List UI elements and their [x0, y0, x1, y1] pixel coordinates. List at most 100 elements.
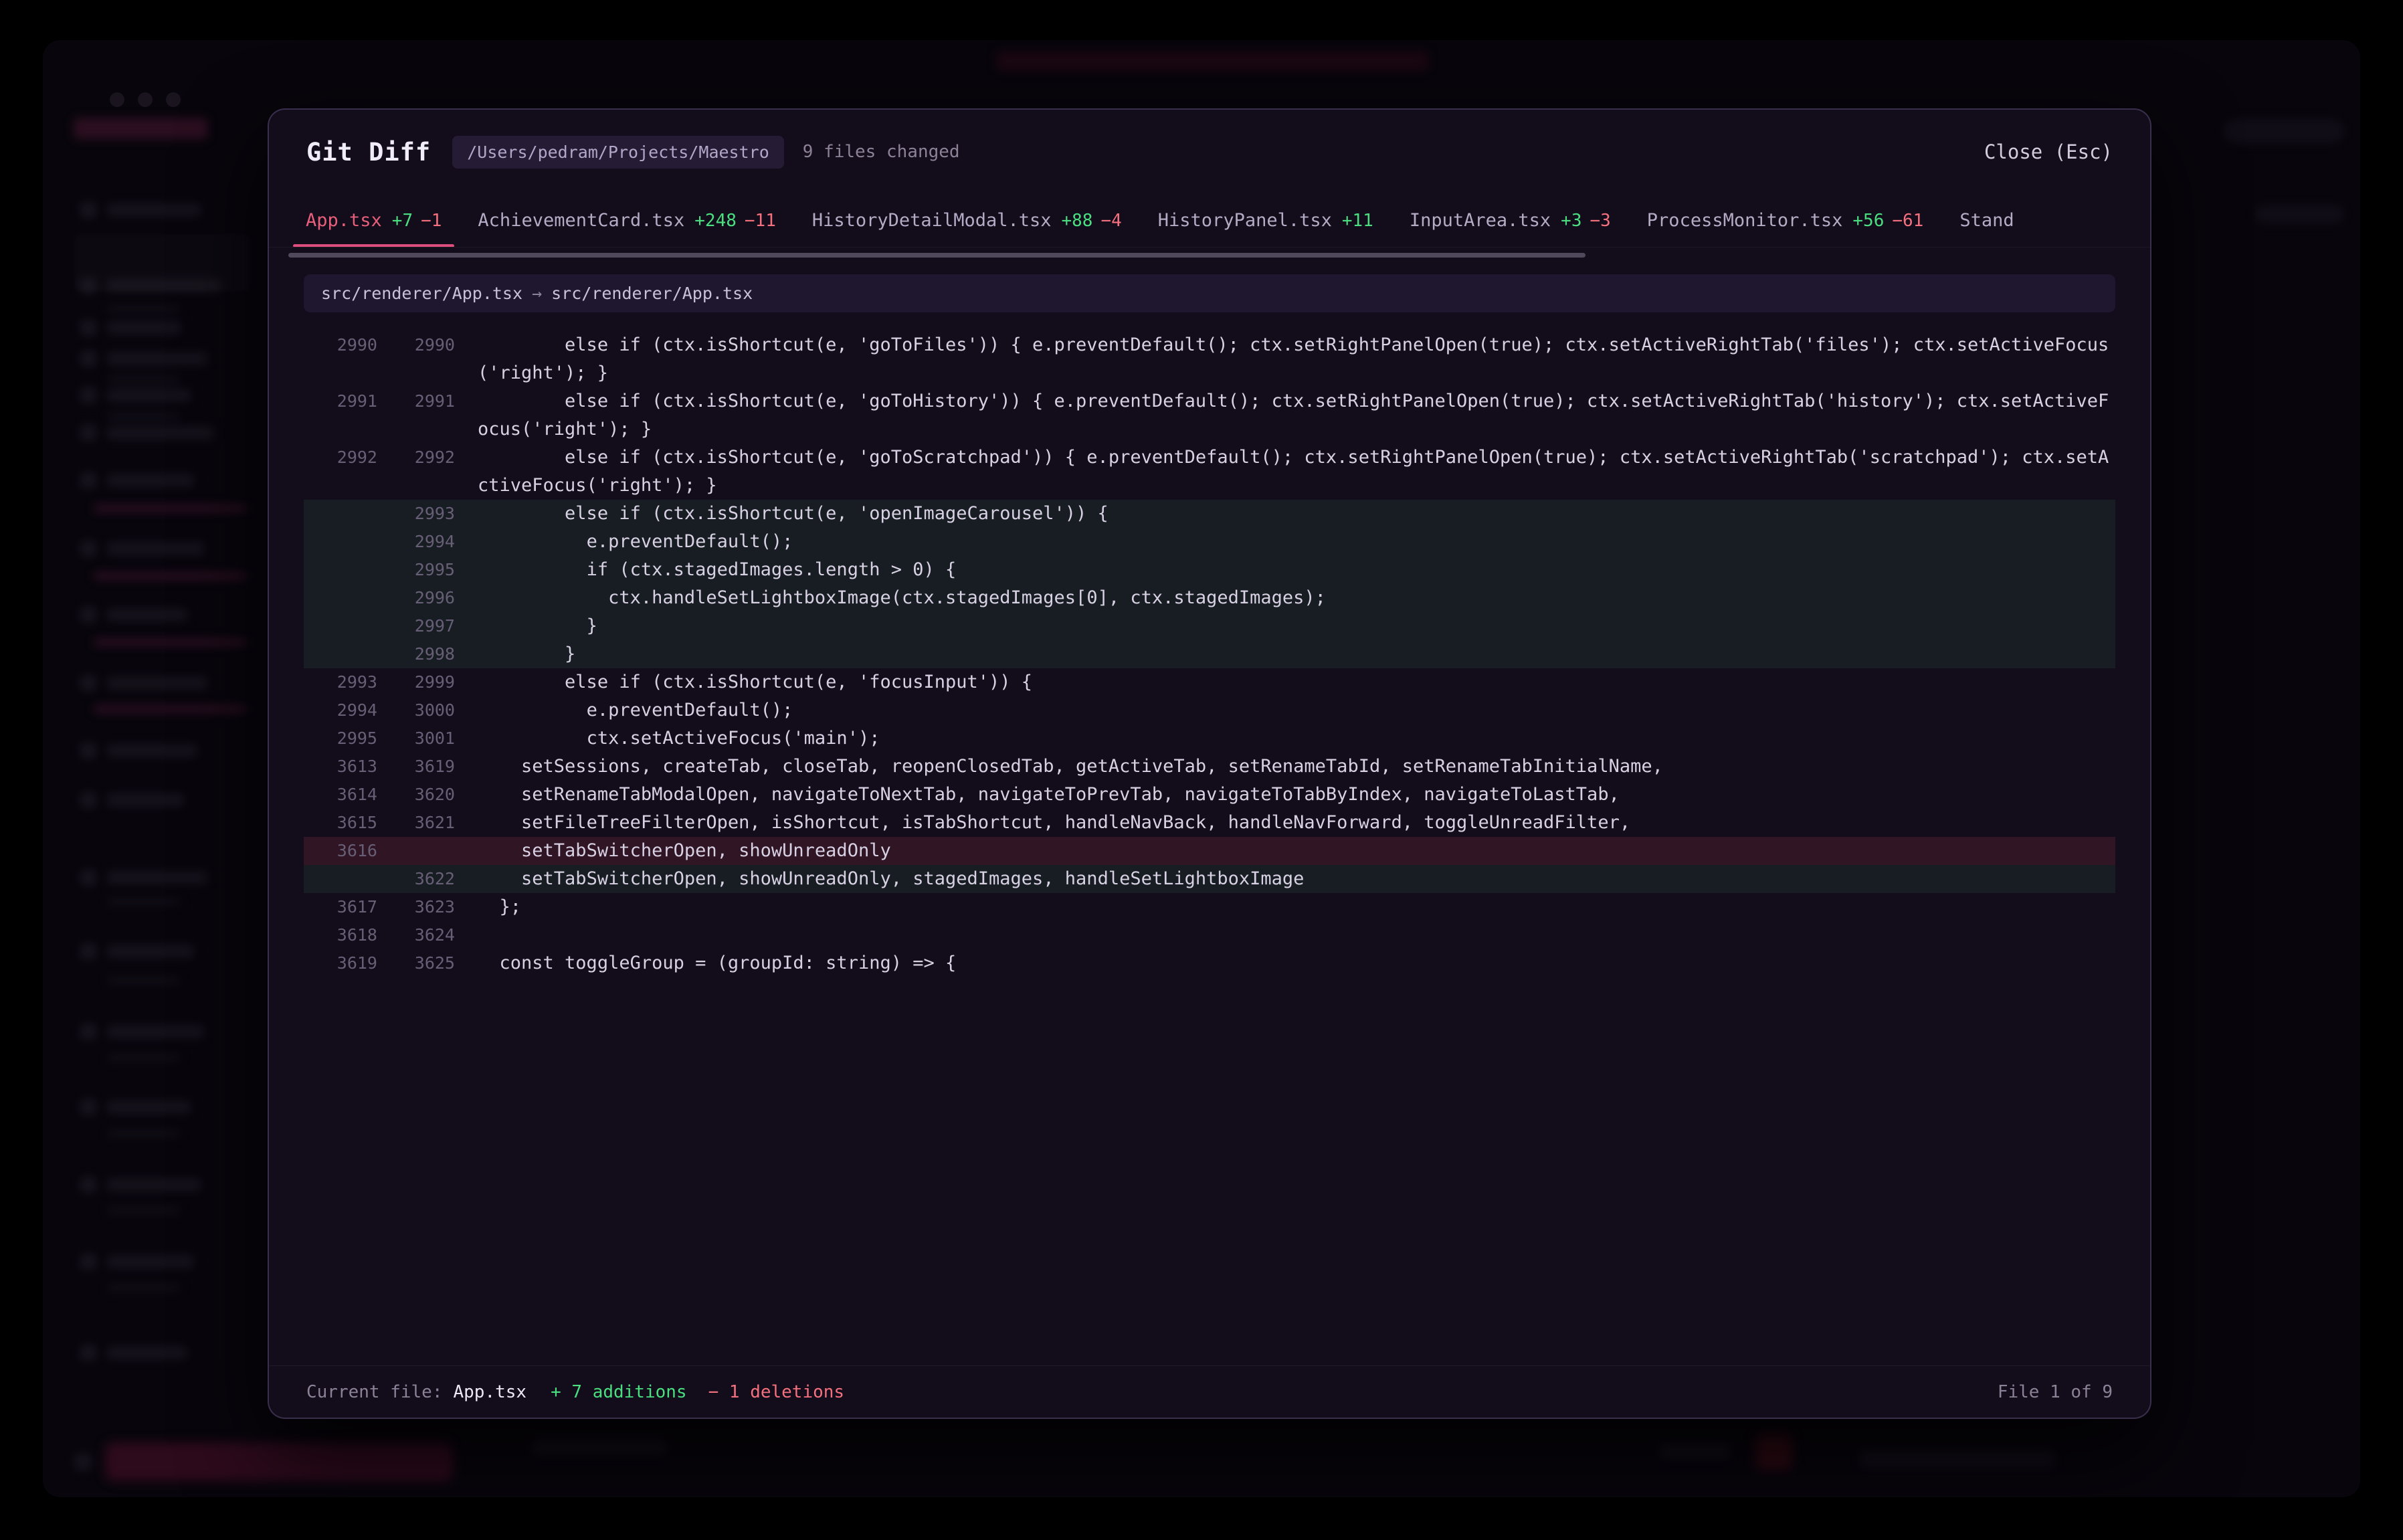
diff-row: 29932999 else if (ctx.isShortcut(e, 'foc… — [304, 668, 2115, 696]
old-line-number: 3614 — [304, 781, 377, 809]
old-line-number: 3615 — [304, 809, 377, 837]
new-line-number: 2998 — [377, 640, 455, 668]
diff-row: 2996 ctx.handleSetLightboxImage(ctx.stag… — [304, 584, 2115, 612]
new-line-number: 3624 — [377, 921, 455, 949]
file-tab-label: HistoryDetailModal.tsx — [812, 210, 1052, 231]
files-changed-label: 9 files changed — [803, 142, 960, 162]
code-line: ctx.setActiveFocus('main'); — [455, 725, 2115, 753]
new-line-number: 3001 — [377, 725, 455, 753]
new-line-number: 2996 — [377, 584, 455, 612]
file-tab[interactable]: HistoryPanel.tsx +11 — [1140, 194, 1391, 247]
close-button[interactable]: Close (Esc) — [1984, 140, 2113, 163]
code-line: setTabSwitcherOpen, showUnreadOnly — [455, 837, 2115, 865]
diff-row: 36153621 setFileTreeFilterOpen, isShortc… — [304, 809, 2115, 837]
diff-row: 2997 } — [304, 612, 2115, 640]
tab-additions: +3 — [1561, 211, 1581, 231]
tab-additions: +7 — [392, 211, 413, 231]
diff-row: 36143620 setRenameTabModalOpen, navigate… — [304, 781, 2115, 809]
old-line-number: 2992 — [304, 444, 377, 472]
code-line: else if (ctx.isShortcut(e, 'focusInput')… — [455, 668, 2115, 696]
current-file-label: Current file: — [306, 1382, 443, 1402]
file-path-header: src/renderer/App.tsx→src/renderer/App.ts… — [304, 274, 2115, 312]
file-tab-label: Stand — [1959, 210, 2014, 231]
diff-row: 3616 setTabSwitcherOpen, showUnreadOnly — [304, 837, 2115, 865]
diff-row: 2993 else if (ctx.isShortcut(e, 'openIma… — [304, 500, 2115, 528]
git-diff-modal: Git Diff /Users/pedram/Projects/Maestro … — [268, 108, 2151, 1419]
old-line-number: 3618 — [304, 921, 377, 949]
footer-deletions: − 1 deletions — [708, 1382, 845, 1402]
old-line-number: 2990 — [304, 331, 377, 359]
file-tab-label: InputArea.tsx — [1410, 210, 1551, 231]
file-tab[interactable]: App.tsx +7 −1 — [288, 194, 460, 247]
file-tab-label: App.tsx — [306, 210, 382, 231]
file-tab-label: AchievementCard.tsx — [478, 210, 684, 231]
new-line-number: 3620 — [377, 781, 455, 809]
diff-row: 29943000 e.preventDefault(); — [304, 696, 2115, 725]
diff-row: 29902990 else if (ctx.isShortcut(e, 'goT… — [304, 331, 2115, 387]
diff-row: 2994 e.preventDefault(); — [304, 528, 2115, 556]
file-tabs: App.tsx +7 −1 AchievementCard.tsx+248−11 His… — [269, 194, 2150, 248]
old-line-number: 2995 — [304, 725, 377, 753]
file-tab-label: ProcessMonitor.tsx — [1647, 210, 1843, 231]
file-tab-label: HistoryPanel.tsx — [1158, 210, 1332, 231]
code-line: else if (ctx.isShortcut(e, 'openImageCar… — [455, 500, 2115, 528]
new-line-number: 3625 — [377, 949, 455, 977]
tab-additions: +11 — [1342, 211, 1373, 231]
diff-body: src/renderer/App.tsx→src/renderer/App.ts… — [269, 248, 2150, 1365]
tab-additions: +56 — [1852, 211, 1884, 231]
current-file-name: App.tsx — [454, 1382, 527, 1402]
new-line-number: 3622 — [377, 865, 455, 893]
tab-additions: +88 — [1062, 211, 1093, 231]
code-line: const toggleGroup = (groupId: string) =>… — [455, 949, 2115, 977]
new-line-number: 2990 — [377, 331, 455, 359]
arrow-icon: → — [532, 284, 542, 303]
modal-title: Git Diff — [306, 138, 431, 167]
file-tab[interactable]: ProcessMonitor.tsx +56 −61 — [1629, 194, 1942, 247]
new-line-number: 2991 — [377, 387, 455, 415]
new-line-number: 2993 — [377, 500, 455, 528]
code-line: e.preventDefault(); — [455, 528, 2115, 556]
tab-deletions: −1 — [421, 211, 442, 231]
code-line: ctx.handleSetLightboxImage(ctx.stagedIma… — [455, 584, 2115, 612]
new-line-number: 2995 — [377, 556, 455, 584]
new-line-number: 2994 — [377, 528, 455, 556]
tabs-scrollbar[interactable] — [288, 253, 1585, 258]
modal-footer: Current file: App.tsx + 7 additions − 1 … — [269, 1365, 2150, 1418]
code-line: else if (ctx.isShortcut(e, 'goToFiles'))… — [455, 331, 2115, 387]
new-line-number: 3619 — [377, 753, 455, 781]
file-tab[interactable]: Stand — [1941, 194, 2032, 247]
old-line-number: 3617 — [304, 893, 377, 921]
code-line: if (ctx.stagedImages.length > 0) { — [455, 556, 2115, 584]
new-line-number: 3621 — [377, 809, 455, 837]
code-line: else if (ctx.isShortcut(e, 'goToHistory'… — [455, 387, 2115, 444]
tab-deletions: −61 — [1892, 211, 1923, 231]
new-line-number: 2997 — [377, 612, 455, 640]
diff-row: 29922992 else if (ctx.isShortcut(e, 'goT… — [304, 444, 2115, 500]
new-line-number: 3000 — [377, 696, 455, 725]
code-line: setTabSwitcherOpen, showUnreadOnly, stag… — [455, 865, 2115, 893]
code-line: e.preventDefault(); — [455, 696, 2115, 725]
file-path-from: src/renderer/App.tsx — [321, 284, 522, 303]
old-line-number: 2993 — [304, 668, 377, 696]
code-line: setFileTreeFilterOpen, isShortcut, isTab… — [455, 809, 2115, 837]
diff-row: 36173623 }; — [304, 893, 2115, 921]
file-tab[interactable]: InputArea.tsx +3 −3 — [1391, 194, 1629, 247]
code-line: } — [455, 640, 2115, 668]
diff-row: 29912991 else if (ctx.isShortcut(e, 'goT… — [304, 387, 2115, 444]
tab-deletions: −11 — [745, 211, 776, 231]
diff-row: 2995 if (ctx.stagedImages.length > 0) { — [304, 556, 2115, 584]
file-tab[interactable]: AchievementCard.tsx+248−11 — [460, 194, 793, 247]
new-line-number: 3623 — [377, 893, 455, 921]
code-line: setSessions, createTab, closeTab, reopen… — [455, 753, 2115, 781]
file-tab[interactable]: HistoryDetailModal.tsx+88−4 — [794, 194, 1140, 247]
footer-additions: + 7 additions — [551, 1382, 687, 1402]
file-position: File 1 of 9 — [1998, 1382, 2113, 1402]
new-line-number: 2992 — [377, 444, 455, 472]
tab-deletions: −3 — [1590, 211, 1610, 231]
diff-row: 29953001 ctx.setActiveFocus('main'); — [304, 725, 2115, 753]
old-line-number: 3619 — [304, 949, 377, 977]
diff-row: 36183624 — [304, 921, 2115, 949]
diff-row: 36133619 setSessions, createTab, closeTa… — [304, 753, 2115, 781]
repo-path-badge: /Users/pedram/Projects/Maestro — [452, 136, 784, 169]
old-line-number: 2991 — [304, 387, 377, 415]
